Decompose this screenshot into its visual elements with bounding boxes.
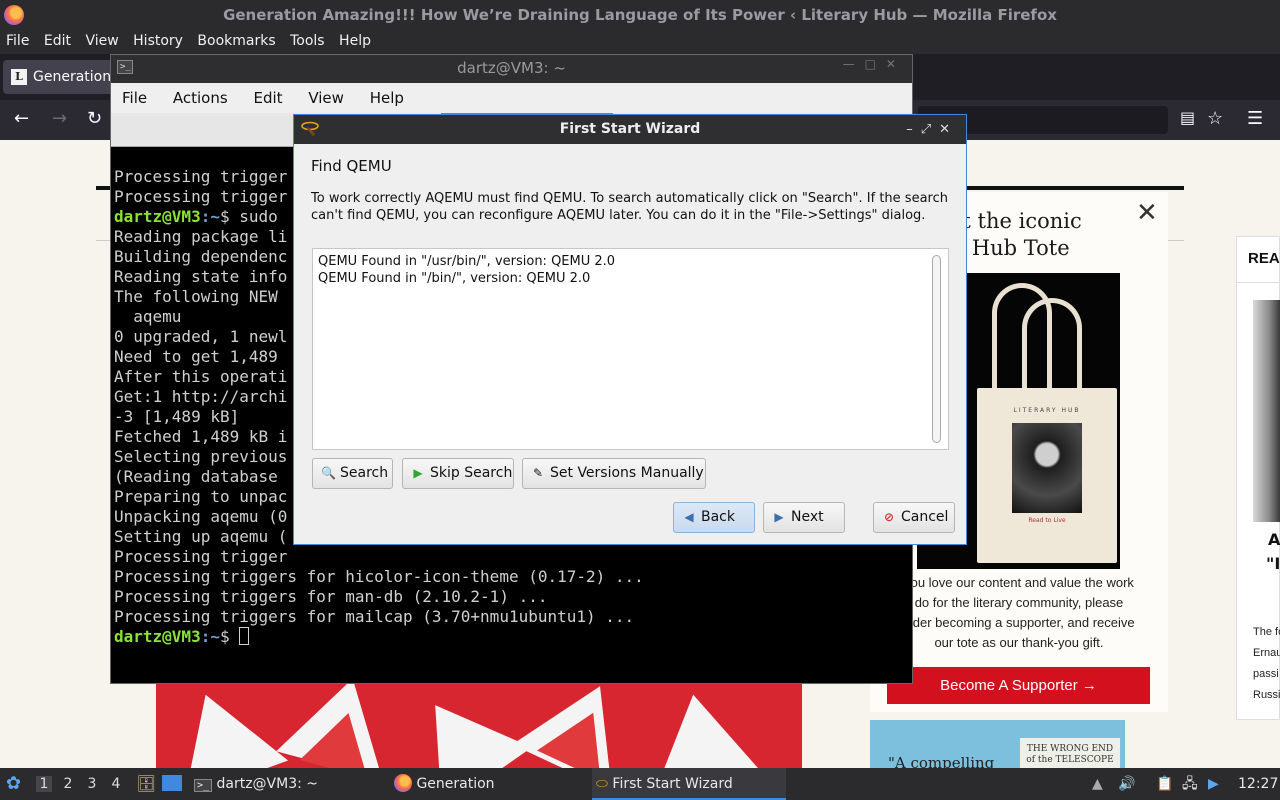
ff-menu-edit[interactable]: Edit xyxy=(44,30,71,52)
terminal-cursor xyxy=(239,627,250,645)
taskbar: ✿ 1 2 3 4 🗄 >_ dartz@VM3: ~ Generation A… xyxy=(0,768,1280,800)
reload-icon[interactable]: ↻ xyxy=(87,108,102,129)
terminal-app-icon: >_ xyxy=(117,60,133,74)
terminal-menubar: File Actions Edit View Help xyxy=(111,83,912,113)
book-cover-title: THE WRONG END of the TELESCOPE xyxy=(1020,738,1120,768)
start-menu-icon[interactable]: ✿ xyxy=(6,768,21,800)
first-start-wizard-dialog: First Start Wizard –⤢✕ Find QEMU To work… xyxy=(293,114,967,545)
qemu-result-row: QEMU Found in "/usr/bin/", version: QEMU… xyxy=(318,254,616,269)
arrow-right-icon: ▶ xyxy=(774,510,784,524)
update-notifier-icon[interactable]: ▶ xyxy=(1208,768,1219,800)
close-icon[interactable]: ✕ xyxy=(1136,198,1158,228)
cancel-button[interactable]: ⊘ Cancel xyxy=(873,502,955,533)
firefox-icon xyxy=(394,774,412,792)
firefox-menubar: File Edit View History Bookmarks Tools H… xyxy=(0,30,1280,54)
workspace-1[interactable]: 1 xyxy=(36,776,52,792)
become-supporter-button[interactable]: Become A Supporter → xyxy=(887,667,1150,704)
back-arrow-icon[interactable]: ← xyxy=(14,108,29,129)
tote-brand-text: LITERARY HUB xyxy=(1013,407,1081,414)
terminal-line: Processing triggers for man-db (2.10.2-1… xyxy=(114,587,548,606)
tote-portrait-photo xyxy=(1012,423,1082,513)
ff-menu-bookmarks[interactable]: Bookmarks xyxy=(197,30,275,52)
ff-menu-view[interactable]: View xyxy=(85,30,118,52)
popup-title: et the iconic it Hub Tote xyxy=(950,209,1082,260)
terminal-app-icon: >_ xyxy=(194,779,213,792)
skip-search-button[interactable]: ▶ Skip Search xyxy=(402,458,514,489)
sidebar-card-divider xyxy=(1236,282,1280,283)
cancel-icon: ⊘ xyxy=(883,510,895,524)
book-quote-text: "A compelling xyxy=(888,754,995,768)
sidebar-card-heading: REA xyxy=(1248,250,1280,267)
terminal-window-controls[interactable]: —□✕ xyxy=(843,57,906,71)
wizard-title: First Start Wizard xyxy=(559,121,701,137)
author-portrait-image[interactable] xyxy=(1253,300,1280,522)
set-versions-manually-button[interactable]: ✎ Set Versions Manually xyxy=(522,458,706,489)
next-button[interactable]: ▶ Next xyxy=(763,502,845,533)
clock[interactable]: 12:27 xyxy=(1238,768,1278,800)
book-ad-image[interactable]: THE WRONG END of the TELESCOPE "A compel… xyxy=(870,720,1125,768)
terminal-line: Processing triggers for mailcap (3.70+nm… xyxy=(114,607,635,626)
taskbar-task-terminal[interactable]: >_ dartz@VM3: ~ xyxy=(194,768,384,800)
terminal-title: dartz@VM3: ~ xyxy=(457,59,566,77)
literary-hub-favicon-icon: L xyxy=(11,69,27,85)
taskbar-task-firefox[interactable]: Generation Amazing!!... xyxy=(394,768,584,800)
aqemu-app-icon xyxy=(301,121,319,136)
wizard-titlebar[interactable]: First Start Wizard xyxy=(294,115,966,144)
terminal-line: Processing triggers for hicolor-icon-the… xyxy=(114,567,644,586)
firefox-titlebar: Generation Amazing!!! How We’re Draining… xyxy=(0,0,1280,30)
show-desktop-icon[interactable] xyxy=(162,768,182,800)
term-menu-help[interactable]: Help xyxy=(370,83,404,113)
results-scrollbar[interactable] xyxy=(932,255,941,443)
volume-icon[interactable]: 🔊 xyxy=(1118,768,1135,800)
wizard-window-controls[interactable]: –⤢✕ xyxy=(906,115,958,144)
terminal-titlebar[interactable]: dartz@VM3: ~ xyxy=(111,55,912,83)
workspace-3[interactable]: 3 xyxy=(84,776,100,792)
arrow-left-icon: ◀ xyxy=(684,510,694,524)
bookmark-star-icon[interactable]: ☆ xyxy=(1207,108,1223,129)
clipboard-icon[interactable]: 📋 xyxy=(1156,768,1173,800)
wizard-page-heading: Find QEMU xyxy=(311,157,392,175)
file-manager-icon[interactable]: 🗄 xyxy=(136,768,156,800)
forward-arrow-icon[interactable]: → xyxy=(52,108,67,129)
network-icon[interactable]: 🖧 xyxy=(1182,768,1198,800)
workspace-4[interactable]: 4 xyxy=(108,776,124,792)
firefox-window-title: Generation Amazing!!! How We’re Draining… xyxy=(223,6,1057,24)
qemu-result-row: QEMU Found in "/bin/", version: QEMU 2.0 xyxy=(318,271,591,286)
terminal-line: Processing trigger xyxy=(114,547,288,566)
term-menu-actions[interactable]: Actions xyxy=(173,83,228,113)
tote-caption-text: Read to Live xyxy=(1028,517,1066,524)
term-menu-view[interactable]: View xyxy=(308,83,344,113)
sidebar-card-byline: A xyxy=(1268,530,1280,549)
tray-disk-icon[interactable]: ▲ xyxy=(1092,768,1103,800)
search-button[interactable]: 🔍 Search xyxy=(312,458,393,489)
binoculars-icon: 🔍 xyxy=(321,466,336,480)
browser-tab-label: Generation xyxy=(33,69,112,85)
aqemu-app-icon: ⬭ xyxy=(596,776,608,792)
ff-menu-tools[interactable]: Tools xyxy=(290,30,325,52)
qemu-search-results[interactable]: QEMU Found in "/usr/bin/", version: QEMU… xyxy=(312,248,949,450)
ff-menu-file[interactable]: File xyxy=(6,30,29,52)
popup-body-text: you love our content and value the work … xyxy=(903,575,1135,650)
ff-menu-history[interactable]: History xyxy=(133,30,183,52)
hamburger-menu-icon[interactable]: ☰ xyxy=(1247,108,1263,129)
sidebar-card-title[interactable]: "I xyxy=(1266,554,1280,573)
term-menu-file[interactable]: File xyxy=(122,83,147,113)
reader-view-icon[interactable]: ▤ xyxy=(1180,108,1195,127)
taskbar-task-wizard[interactable]: ⬭ First Start Wizard xyxy=(592,768,786,800)
terminal-prompt-line[interactable]: dartz@VM3:~$ xyxy=(114,627,910,647)
sidebar-card-snippet: The fo Ernau passi Russi xyxy=(1253,626,1280,701)
workspace-2[interactable]: 2 xyxy=(60,776,76,792)
back-button[interactable]: ◀ Back xyxy=(673,502,755,533)
term-menu-edit[interactable]: Edit xyxy=(253,83,282,113)
hero-image-warning-signs xyxy=(156,682,802,768)
ff-menu-help[interactable]: Help xyxy=(339,30,371,52)
browser-tab-active[interactable]: L Generation xyxy=(3,60,113,94)
play-icon: ▶ xyxy=(413,466,423,480)
edit-pencil-icon: ✎ xyxy=(532,466,544,480)
firefox-logo-icon xyxy=(4,5,24,25)
wizard-description: To work correctly AQEMU must find QEMU. … xyxy=(311,191,948,223)
